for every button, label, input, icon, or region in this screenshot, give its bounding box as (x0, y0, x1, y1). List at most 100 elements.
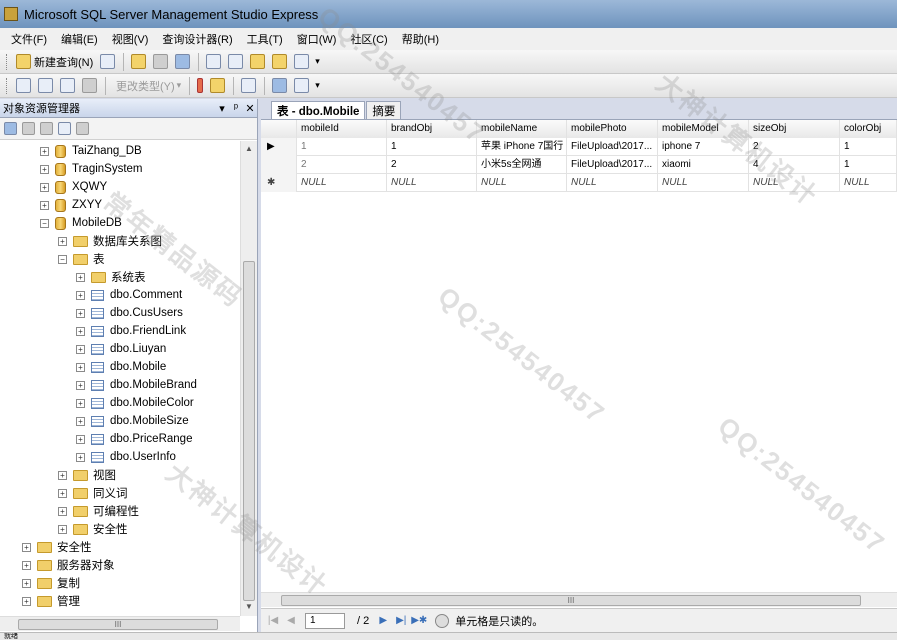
object-explorer-button[interactable] (225, 52, 246, 72)
execute-sql-button[interactable] (194, 76, 206, 96)
toolbar-grip[interactable] (6, 53, 9, 70)
expand-icon[interactable]: + (58, 506, 67, 516)
tree-node[interactable]: + 复制 (22, 574, 80, 592)
expand-icon[interactable]: + (22, 596, 31, 606)
grid-cell[interactable]: NULL (658, 174, 749, 192)
show-criteria-pane-button[interactable] (35, 76, 56, 96)
expand-icon[interactable]: + (40, 200, 49, 210)
grid-cell[interactable]: 小米5s全网通 (477, 156, 567, 174)
refresh-icon[interactable] (58, 122, 71, 135)
grid-cell[interactable]: iphone 7 (658, 138, 749, 156)
tree-node[interactable]: − MobileDB (40, 214, 122, 232)
expand-icon[interactable]: + (76, 434, 85, 444)
grid-horizontal-scrollbar[interactable]: III (261, 592, 897, 607)
scroll-up-icon[interactable]: ▲ (241, 141, 257, 157)
grid-cell[interactable]: NULL (749, 174, 840, 192)
scroll-thumb[interactable]: III (281, 595, 861, 606)
expand-icon[interactable]: + (76, 308, 85, 318)
column-header[interactable]: sizeObj (749, 120, 840, 138)
expand-icon[interactable]: + (58, 236, 67, 246)
grid-cell[interactable]: 1 (840, 156, 897, 174)
previous-record-icon[interactable]: ◀ (283, 613, 299, 629)
expand-icon[interactable]: + (22, 578, 31, 588)
menu-view[interactable]: 视图(V) (105, 29, 156, 49)
registered-servers-button[interactable] (203, 52, 224, 72)
tree-node[interactable]: + dbo.MobileColor (76, 394, 194, 412)
grid-cell[interactable]: xiaomi (658, 156, 749, 174)
tree-node[interactable]: + TraginSystem (40, 160, 143, 178)
disconnect-icon[interactable] (22, 122, 35, 135)
show-sql-pane-button[interactable] (57, 76, 78, 96)
tree-node[interactable]: + dbo.UserInfo (76, 448, 176, 466)
tree-node[interactable]: + 可编程性 (58, 502, 139, 520)
group-by-button[interactable] (238, 76, 259, 96)
expand-icon[interactable]: + (76, 272, 85, 282)
tree-node[interactable]: + 视图 (58, 466, 116, 484)
toolbox-button[interactable] (291, 52, 312, 72)
menu-community[interactable]: 社区(C) (343, 29, 394, 49)
add-table-button[interactable] (269, 76, 290, 96)
current-record-input[interactable]: 1 (305, 612, 345, 629)
grid-cell[interactable]: NULL (840, 174, 897, 192)
grid-cell[interactable]: 2 (297, 156, 387, 174)
filter-icon[interactable] (76, 122, 89, 135)
tree-node[interactable]: + 同义词 (58, 484, 128, 502)
table-row[interactable]: 2 2 小米5s全网通 FileUpload\2017... xiaomi 4 … (261, 156, 897, 174)
panel-dropdown-button[interactable]: ▾ (215, 102, 229, 115)
expand-icon[interactable]: + (76, 362, 85, 372)
template-explorer-button[interactable] (269, 52, 290, 72)
tree-node[interactable]: − 表 (58, 250, 105, 268)
toolbar-overflow-chevron[interactable]: ▾ (315, 80, 320, 91)
collapse-icon[interactable]: − (40, 218, 49, 228)
show-diagram-pane-button[interactable] (13, 76, 34, 96)
show-results-pane-button[interactable] (79, 76, 100, 96)
expand-icon[interactable]: + (58, 524, 67, 534)
new-row[interactable]: ✱ NULL NULL NULL NULL NULL NULL NULL (261, 174, 897, 192)
column-header[interactable]: mobileName (477, 120, 567, 138)
scroll-thumb[interactable] (243, 261, 255, 601)
next-record-icon[interactable]: ▶ (375, 613, 391, 629)
close-icon[interactable]: ✕ (243, 102, 257, 115)
expand-icon[interactable]: + (40, 146, 49, 156)
stop-icon[interactable] (435, 613, 450, 628)
row-selector[interactable] (261, 156, 297, 174)
change-type-button[interactable]: 更改类型(Y) ▾ (110, 76, 184, 96)
collapse-icon[interactable]: − (58, 254, 67, 264)
connect-icon[interactable] (4, 122, 17, 135)
tree-horizontal-scrollbar[interactable]: III (0, 616, 240, 631)
tree-node[interactable]: + dbo.MobileSize (76, 412, 189, 430)
expand-icon[interactable]: + (76, 326, 85, 336)
expand-icon[interactable]: + (58, 470, 67, 480)
expand-icon[interactable]: + (76, 398, 85, 408)
expand-icon[interactable]: + (58, 488, 67, 498)
grid-cell[interactable]: 4 (749, 156, 840, 174)
tree-node[interactable]: + dbo.MobileBrand (76, 376, 197, 394)
add-derived-table-button[interactable] (291, 76, 312, 96)
tree-node[interactable]: + dbo.Comment (76, 286, 182, 304)
tree-node[interactable]: + dbo.PriceRange (76, 430, 192, 448)
properties-button[interactable] (247, 52, 268, 72)
tree-node[interactable]: + 系统表 (76, 268, 146, 286)
tree-node[interactable]: + TaiZhang_DB (40, 142, 142, 160)
new-record-icon[interactable]: ▶✱ (411, 613, 427, 629)
tree-node[interactable]: + 管理 (22, 592, 80, 610)
expand-icon[interactable]: + (40, 182, 49, 192)
grid-cell[interactable]: NULL (387, 174, 477, 192)
grid-cell[interactable]: 1 (840, 138, 897, 156)
last-record-icon[interactable]: ▶| (393, 613, 409, 629)
grid-cell[interactable]: 1 (387, 138, 477, 156)
expand-icon[interactable]: + (22, 560, 31, 570)
tree-node[interactable]: + dbo.CusUsers (76, 304, 183, 322)
column-header[interactable]: mobileId (297, 120, 387, 138)
expand-icon[interactable]: + (76, 416, 85, 426)
grid-cell[interactable]: 2 (749, 138, 840, 156)
expand-icon[interactable]: + (76, 290, 85, 300)
tab-dbo-mobile[interactable]: 表 - dbo.Mobile (271, 101, 366, 119)
scroll-thumb[interactable]: III (18, 619, 218, 630)
expand-icon[interactable]: + (76, 380, 85, 390)
toolbar-overflow-chevron[interactable]: ▾ (315, 56, 320, 67)
column-header[interactable]: colorObj (840, 120, 897, 138)
tree-node[interactable]: + dbo.Liuyan (76, 340, 166, 358)
tree-node[interactable]: + dbo.FriendLink (76, 322, 186, 340)
tree-node[interactable]: + ZXYY (40, 196, 102, 214)
